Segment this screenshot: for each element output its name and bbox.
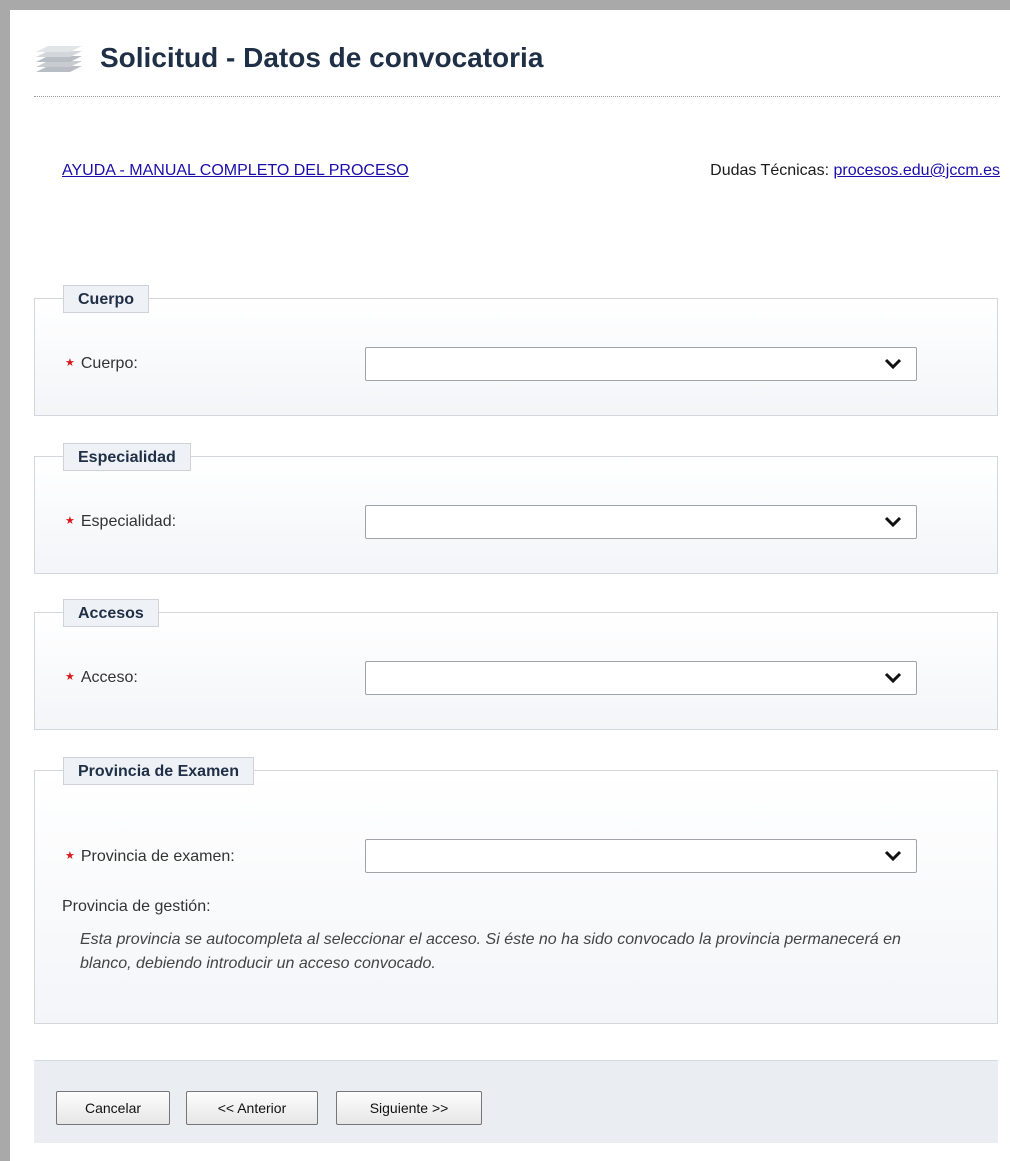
chevron-down-icon — [884, 358, 902, 370]
legend-cuerpo: Cuerpo — [63, 285, 149, 313]
page-title: Solicitud - Datos de convocatoria — [100, 42, 544, 73]
next-button[interactable]: Siguiente >> — [336, 1091, 482, 1125]
title-bar: Solicitud - Datos de convocatoria — [34, 32, 1000, 97]
required-star-icon: ★ — [65, 850, 75, 862]
label-cuerpo: ★ Cuerpo: — [65, 355, 138, 373]
chevron-down-icon — [884, 672, 902, 684]
help-manual-link[interactable]: AYUDA - MANUAL COMPLETO DEL PROCESO — [62, 160, 422, 182]
previous-button[interactable]: << Anterior — [186, 1091, 318, 1125]
chevron-down-icon — [884, 850, 902, 862]
provincia-gestion-label: Provincia de gestión: — [62, 898, 211, 915]
especialidad-select[interactable] — [365, 505, 917, 539]
contact-label: Dudas Técnicas: — [710, 162, 830, 179]
provincia-note: Esta provincia se autocompleta al selecc… — [80, 931, 901, 972]
fieldset-accesos: Accesos ★ Acceso: — [34, 599, 998, 730]
fieldset-especialidad: Especialidad ★ Especialidad: — [34, 443, 998, 574]
label-provincia-examen-text: Provincia de examen: — [80, 848, 235, 865]
legend-accesos: Accesos — [63, 599, 159, 627]
acceso-select[interactable] — [365, 661, 917, 695]
label-acceso-text: Acceso: — [80, 669, 138, 686]
label-especialidad: ★ Especialidad: — [65, 513, 176, 531]
label-acceso: ★ Acceso: — [65, 669, 138, 687]
stack-icon — [36, 46, 82, 72]
technical-contact: Dudas Técnicas: procesos.edu@jccm.es — [710, 160, 1000, 182]
fieldset-provincia: Provincia de Examen ★ Provincia de examen… — [34, 757, 998, 1024]
legend-especialidad: Especialidad — [63, 443, 191, 471]
label-especialidad-text: Especialidad: — [80, 513, 177, 530]
legend-provincia: Provincia de Examen — [63, 757, 254, 785]
button-bar: Cancelar << Anterior Siguiente >> — [34, 1060, 998, 1143]
required-star-icon: ★ — [65, 515, 75, 527]
fieldset-cuerpo: Cuerpo ★ Cuerpo: — [34, 285, 998, 416]
cuerpo-select[interactable] — [365, 347, 917, 381]
chevron-down-icon — [884, 516, 902, 528]
label-cuerpo-text: Cuerpo: — [80, 355, 138, 372]
required-star-icon: ★ — [65, 357, 75, 369]
provincia-examen-select[interactable] — [365, 839, 917, 873]
required-star-icon: ★ — [65, 671, 75, 683]
cancel-button[interactable]: Cancelar — [56, 1091, 170, 1125]
page-frame: Solicitud - Datos de convocatoria AYUDA … — [10, 10, 1010, 1161]
contact-email-link[interactable]: procesos.edu@jccm.es — [833, 162, 1000, 179]
label-provincia-examen: ★ Provincia de examen: — [65, 848, 235, 866]
